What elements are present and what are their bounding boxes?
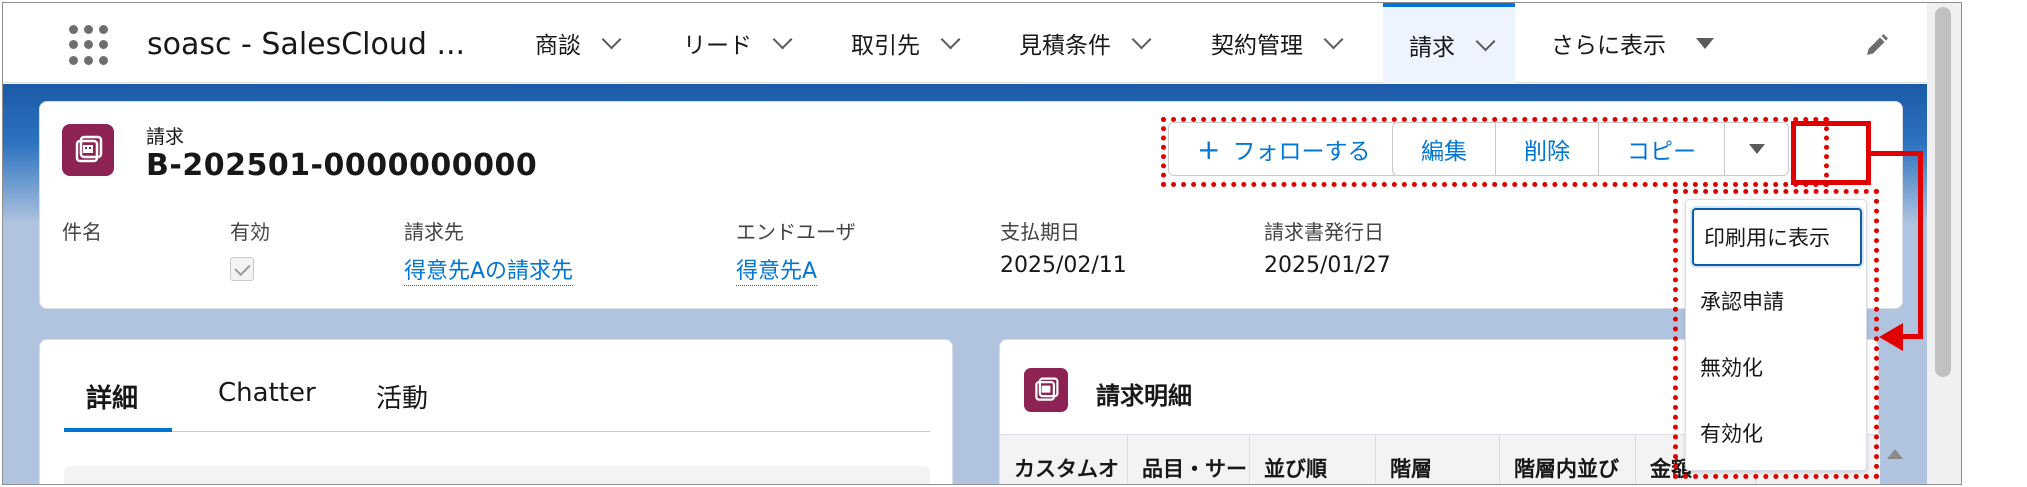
tab-details[interactable]: 詳細: [86, 378, 138, 415]
tab-divider: [64, 431, 930, 432]
active-checkbox: [230, 257, 254, 281]
due-date-value: 2025/02/11: [1000, 253, 1127, 278]
nav-tab-contracts[interactable]: 契約管理: [1211, 3, 1344, 83]
nav-tab-label: 請求: [1409, 35, 1455, 61]
detail-card: 詳細 Chatter 活動: [39, 339, 953, 484]
pencil-icon[interactable]: [1863, 33, 1889, 59]
chevron-down-icon[interactable]: [1131, 29, 1152, 50]
detail-section: [64, 466, 930, 484]
field-label: 請求先: [404, 220, 464, 244]
annotation-arrow-line: [1901, 334, 1923, 339]
chevron-down-icon[interactable]: [1323, 29, 1344, 50]
nav-tab-label: さらに表示: [1551, 33, 1666, 59]
nav-tab-opportunities[interactable]: 商談: [535, 3, 622, 83]
app-name: soasc - SalesCloud ...: [147, 27, 466, 62]
record-title: B-202501-0000000000: [146, 148, 538, 183]
caret-down-icon: [1696, 37, 1714, 49]
column-header[interactable]: カスタムオ: [1000, 435, 1128, 484]
field-label: エンドユーザ: [736, 220, 856, 244]
column-header[interactable]: 階層内並び: [1500, 435, 1636, 484]
field-issue-date: 請求書発行日 2025/01/27: [1264, 216, 1391, 278]
annotation-arrow-head: [1879, 323, 1903, 351]
column-header[interactable]: 品目・サー: [1128, 435, 1250, 484]
column-header[interactable]: 階層: [1376, 435, 1500, 484]
field-subject: 件名: [62, 216, 102, 245]
chevron-down-icon[interactable]: [772, 29, 793, 50]
field-active: 有効: [230, 216, 270, 281]
app-frame: soasc - SalesCloud ... 商談 リード 取引先 見積条件 契…: [2, 2, 1962, 485]
chevron-down-icon[interactable]: [1475, 31, 1496, 52]
billing-line-icon: [1024, 368, 1068, 412]
nav-tab-quote-terms[interactable]: 見積条件: [1019, 3, 1152, 83]
bill-to-link[interactable]: 得意先Aの請求先: [404, 253, 574, 286]
active-tab-indicator: [64, 428, 172, 432]
nav-tab-label: リード: [683, 33, 752, 59]
annotation-arrow-line: [1918, 151, 1923, 339]
global-navbar: soasc - SalesCloud ... 商談 リード 取引先 見積条件 契…: [3, 3, 1961, 83]
record-object-type: 請求: [146, 126, 185, 148]
scrollbar-thumb[interactable]: [1935, 7, 1951, 377]
nav-tab-leads[interactable]: リード: [683, 3, 793, 83]
nav-tab-label: 見積条件: [1019, 33, 1111, 59]
tab-activity[interactable]: 活動: [376, 378, 428, 415]
tab-chatter[interactable]: Chatter: [218, 378, 316, 408]
annotation-actions-highlight: [1161, 117, 1829, 187]
nav-tab-accounts[interactable]: 取引先: [851, 3, 961, 83]
chevron-down-icon[interactable]: [601, 29, 622, 50]
app-launcher-icon[interactable]: [69, 25, 113, 65]
annotation-menu-highlight: [1673, 189, 1879, 479]
field-end-user: エンドユーザ 得意先A: [736, 216, 856, 286]
chevron-down-icon[interactable]: [940, 29, 961, 50]
field-bill-to: 請求先 得意先Aの請求先: [404, 216, 574, 286]
annotation-arrow-line: [1871, 151, 1923, 156]
annotation-dropdown-highlight: [1791, 121, 1871, 185]
page-scrollbar[interactable]: [1927, 3, 1961, 484]
billing-object-icon: [62, 124, 114, 176]
end-user-link[interactable]: 得意先A: [736, 253, 818, 286]
nav-tab-label: 商談: [535, 33, 581, 59]
field-due-date: 支払期日 2025/02/11: [1000, 216, 1127, 278]
scroll-up-icon[interactable]: [1887, 449, 1903, 459]
nav-more-button[interactable]: さらに表示: [1551, 3, 1714, 83]
nav-tab-label: 取引先: [851, 33, 920, 59]
field-label: 件名: [62, 220, 102, 244]
field-label: 支払期日: [1000, 220, 1080, 244]
nav-tab-label: 契約管理: [1211, 33, 1303, 59]
issue-date-value: 2025/01/27: [1264, 253, 1391, 278]
nav-tab-billing[interactable]: 請求: [1383, 3, 1515, 83]
related-list-title[interactable]: 請求明細: [1096, 376, 1192, 411]
column-header[interactable]: 並び順: [1250, 435, 1376, 484]
field-label: 請求書発行日: [1264, 220, 1384, 244]
field-label: 有効: [230, 220, 270, 244]
